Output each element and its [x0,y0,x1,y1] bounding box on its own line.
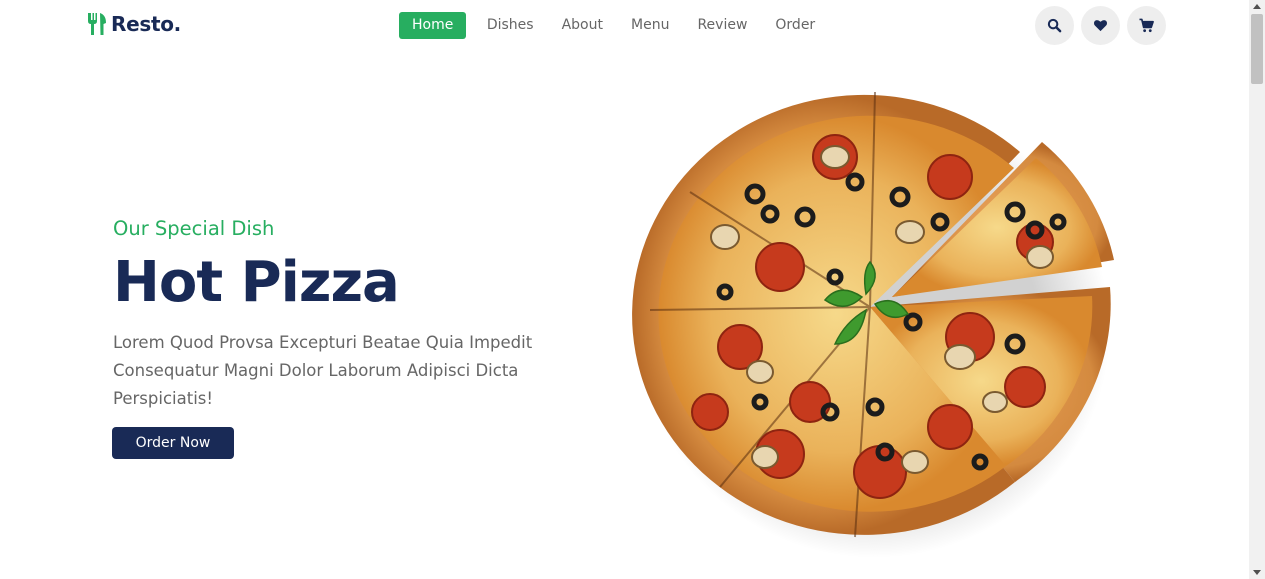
hero-title: Hot Pizza [113,250,400,315]
pizza-image [630,82,1140,562]
page: Resto. Home Dishes About Menu Review Ord… [0,0,1265,579]
heart-icon [1093,20,1108,32]
brand-name: Resto. [111,12,181,36]
search-button[interactable] [1035,6,1074,45]
hero-section: Our Special Dish Hot Pizza Lorem Quod Pr… [112,215,573,459]
scroll-thumb[interactable] [1251,14,1263,84]
cart-button[interactable] [1127,6,1166,45]
logo-link[interactable]: Resto. [87,12,181,36]
search-icon [1047,18,1062,33]
wishlist-button[interactable] [1081,6,1120,45]
fork-knife-icon [88,13,106,35]
hero-subtitle: Our Special Dish [113,217,275,240]
main-nav: Home Dishes About Menu Review Order [399,12,823,39]
nav-home[interactable]: Home [399,12,467,39]
nav-review[interactable]: Review [690,12,755,39]
header-icons [1035,6,1173,45]
nav-order[interactable]: Order [768,12,823,39]
scroll-up-arrow-icon[interactable] [1253,4,1261,9]
vertical-scrollbar[interactable] [1249,0,1265,579]
nav-about[interactable]: About [554,12,610,39]
scroll-down-arrow-icon[interactable] [1253,570,1261,575]
nav-menu[interactable]: Menu [624,12,677,39]
header: Resto. Home Dishes About Menu Review Ord… [0,0,1249,52]
hero-description: Lorem Quod Provsa Excepturi Beatae Quia … [113,333,533,408]
order-now-button[interactable]: Order Now [112,427,234,459]
cart-icon [1139,18,1154,33]
nav-dishes[interactable]: Dishes [479,12,541,39]
